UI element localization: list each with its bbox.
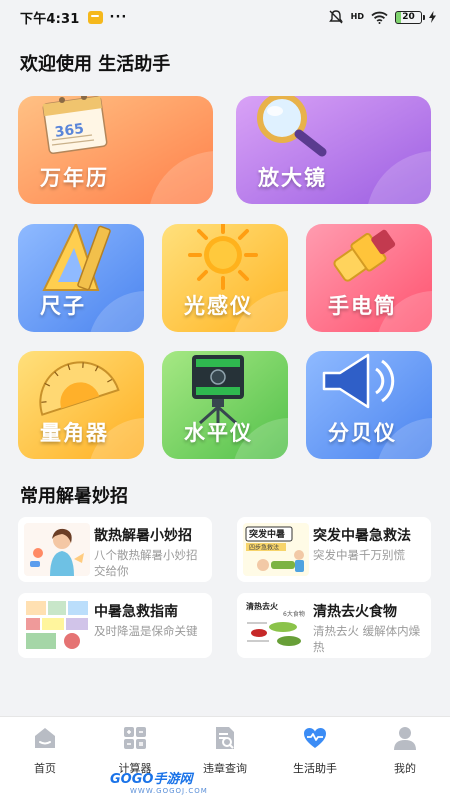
tool-label: 量角器 xyxy=(40,421,109,445)
tool-card-ruler[interactable]: 尺子 xyxy=(18,224,144,332)
thumb-sub-text: 四步急救法 xyxy=(249,544,279,552)
tip-subtitle: 及时降温是保命关键 xyxy=(94,624,198,638)
tip-thumbnail: 突发中暑 四步急救法 xyxy=(243,523,309,576)
tool-card-light-meter[interactable]: 光感仪 xyxy=(162,224,288,332)
flashlight-icon xyxy=(333,229,396,282)
tool-card-flashlight[interactable]: 手电筒 xyxy=(306,224,432,332)
status-right: HD 20 xyxy=(328,10,436,24)
network-type: HD xyxy=(350,12,364,21)
battery-indicator: 20 xyxy=(395,10,425,24)
guide-collage-illustration xyxy=(24,599,90,652)
tip-card-guide[interactable]: 中暑急救指南 及时降温是保命关键 xyxy=(18,593,212,658)
tip-card-food[interactable]: 清热去火 6大食物 清热去火食物 清热去火 缓解体内燥热 xyxy=(237,593,431,658)
tab-profile[interactable]: 我的 xyxy=(365,725,445,776)
tab-label: 首页 xyxy=(34,762,56,775)
watermark-brand: GOGO手游网 xyxy=(110,772,193,787)
tool-card-level[interactable]: 水平仪 xyxy=(162,351,288,459)
tool-label: 放大镜 xyxy=(258,166,327,190)
tip-thumbnail: 清热去火 6大食物 xyxy=(243,599,309,652)
tip-card-first-aid[interactable]: 突发中暑 四步急救法 突发中暑急救法 突发中暑千万别慌 xyxy=(237,517,431,582)
magnifier-icon xyxy=(257,96,327,157)
ruler-icon xyxy=(42,224,111,291)
mute-icon xyxy=(328,10,343,24)
tab-label: 我的 xyxy=(394,762,416,775)
tool-card-calendar[interactable]: 365 万年历 xyxy=(18,96,213,204)
tool-label: 分贝仪 xyxy=(328,421,397,445)
wifi-icon xyxy=(371,11,388,24)
status-time: 下午4:31 xyxy=(20,11,80,27)
tool-label: 万年历 xyxy=(40,166,109,190)
tool-card-protractor[interactable]: 量角器 xyxy=(18,351,144,459)
tip-card-cooling[interactable]: 散热解暑小妙招 八个散热解暑小妙招交给你 xyxy=(18,517,212,582)
tool-label: 尺子 xyxy=(40,294,86,318)
protractor-icon xyxy=(39,361,120,416)
watermark-url: WWW.GOGOJ.COM xyxy=(130,787,208,795)
tab-life-assistant[interactable]: 生活助手 xyxy=(275,725,355,776)
more-notifications-icon: ··· xyxy=(109,9,128,25)
thumb-banner-text: 突发中暑 xyxy=(249,528,285,540)
woman-fan-illustration xyxy=(24,523,90,576)
tip-thumbnail xyxy=(24,523,90,576)
thumb-sub-text: 6大食物 xyxy=(283,610,305,618)
user-icon xyxy=(394,727,416,750)
page-title: 欢迎使用 生活助手 xyxy=(20,54,171,75)
tab-home[interactable]: 首页 xyxy=(5,725,85,776)
tip-subtitle: 八个散热解暑小妙招交给你 xyxy=(94,548,198,578)
tip-title: 清热去火食物 xyxy=(313,604,397,620)
tool-label: 光感仪 xyxy=(184,294,253,318)
tip-subtitle: 清热去火 缓解体内燥热 xyxy=(313,624,421,654)
tip-title: 中暑急救指南 xyxy=(94,604,178,620)
status-bar: 下午4:31 ··· HD 20 xyxy=(0,0,450,34)
food-illustration: 清热去火 6大食物 xyxy=(243,599,309,652)
heart-pulse-icon xyxy=(304,728,326,748)
speaker-icon xyxy=(322,353,395,409)
tool-card-magnifier[interactable]: 放大镜 xyxy=(236,96,431,204)
tool-card-decibel-meter[interactable]: 分贝仪 xyxy=(306,351,432,459)
tip-title: 突发中暑急救法 xyxy=(313,528,411,544)
home-icon xyxy=(35,728,55,748)
document-search-icon xyxy=(216,727,234,749)
charging-icon xyxy=(429,11,436,23)
thumb-banner-text: 清热去火 xyxy=(246,601,279,611)
calendar-icon: 365 xyxy=(42,96,108,155)
notification-app-icon xyxy=(87,10,103,24)
tab-label: 生活助手 xyxy=(293,762,337,775)
sun-icon xyxy=(188,224,258,290)
level-icon xyxy=(192,355,244,425)
tip-thumbnail xyxy=(24,599,90,652)
calculator-icon xyxy=(124,727,146,749)
tip-title: 散热解暑小妙招 xyxy=(94,528,192,544)
tool-label: 水平仪 xyxy=(184,421,253,445)
bottom-tab-bar: 首页 计算器 违章查询 生活助手 我的 xyxy=(0,716,450,800)
watermark-logo: GOGO手游网 WWW.GOGOJ.COM xyxy=(110,768,208,795)
tips-section-title: 常用解暑妙招 xyxy=(20,486,128,507)
tool-label: 手电筒 xyxy=(328,294,397,318)
first-aid-illustration: 突发中暑 四步急救法 xyxy=(243,523,309,576)
tip-subtitle: 突发中暑千万别慌 xyxy=(313,548,405,562)
